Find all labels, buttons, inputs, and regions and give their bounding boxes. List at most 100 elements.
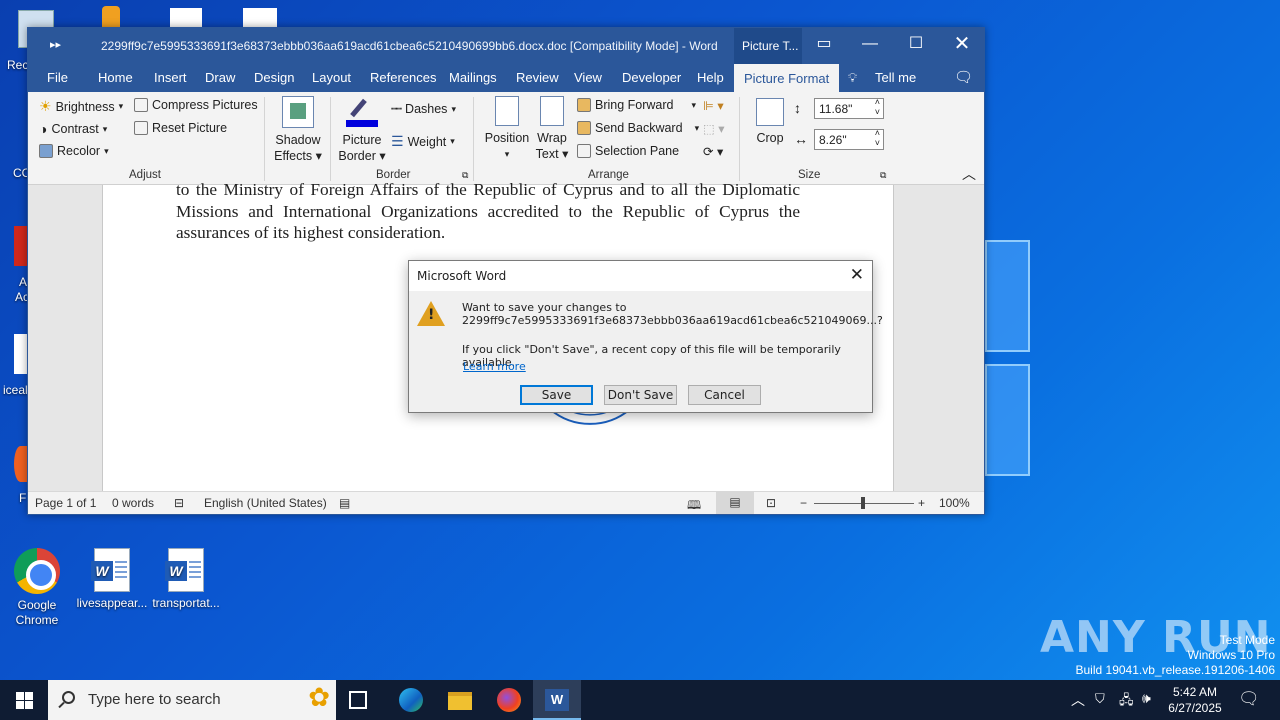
picture-border-label: Border ▾ <box>338 149 386 163</box>
dont-save-button[interactable]: Don't Save <box>604 385 677 405</box>
window-title: 2299ff9c7e5995333691f3e68373ebbb036aa619… <box>101 39 718 53</box>
crop-button[interactable]: Crop <box>750 98 790 146</box>
desktop-icon-transportat[interactable]: W transportat... <box>149 548 223 611</box>
acrobat-icon[interactable] <box>14 226 27 266</box>
align-icon[interactable]: ⊫ ▾ <box>703 98 724 113</box>
watermark-line: Windows 10 Pro <box>1187 648 1275 662</box>
dialog-close-button[interactable]: ✕ <box>850 265 864 285</box>
zoom-out-button[interactable]: − <box>800 496 807 510</box>
wrap-text-button[interactable]: Wrap Text ▾ <box>533 96 571 162</box>
cancel-button[interactable]: Cancel <box>688 385 761 405</box>
taskbar-search-box[interactable]: Type here to search ✿ <box>48 680 336 720</box>
recolor-label: Recolor <box>57 144 101 158</box>
desktop-icon-label-clipped[interactable]: A <box>19 275 27 289</box>
shape-width-input[interactable]: 8.26" <box>814 128 884 150</box>
firefox-icon[interactable] <box>497 688 521 712</box>
position-button[interactable]: Position ▾ <box>482 96 532 162</box>
shadow-effects-button[interactable]: Shadow Effects ▾ <box>272 96 324 164</box>
proofing-icon[interactable]: ⊟ <box>174 496 184 510</box>
print-layout-icon[interactable]: ▤ <box>716 492 754 514</box>
brightness-button[interactable]: ☀ Brightness ▾ <box>39 98 123 115</box>
read-mode-icon[interactable]: 🕮︎ <box>687 496 701 514</box>
file-explorer-icon[interactable] <box>448 692 472 710</box>
comments-icon[interactable]: 🗨︎ <box>954 68 973 86</box>
tab-help[interactable]: Help <box>697 70 724 85</box>
tab-picture-format[interactable]: Picture Format <box>734 64 840 92</box>
tab-view[interactable]: View <box>574 70 602 85</box>
tab-file[interactable]: File <box>47 70 68 85</box>
recolor-icon <box>39 144 53 158</box>
security-icon[interactable]: ⛉ <box>1095 691 1105 707</box>
zoom-slider-thumb[interactable] <box>861 497 865 509</box>
collapse-ribbon-icon[interactable]: ︿ <box>962 164 976 184</box>
show-hidden-icons-chevron-icon[interactable]: ︿ <box>1071 690 1085 710</box>
tab-references[interactable]: References <box>370 70 436 85</box>
recolor-button[interactable]: Recolor ▾ <box>39 144 109 158</box>
dialog-message-line: Want to save your changes to <box>462 301 627 314</box>
weight-button[interactable]: ☰ Weight ▾ <box>391 133 455 150</box>
learn-more-link[interactable]: Learn more <box>463 360 526 373</box>
clock-time: 5:42 AM <box>1172 685 1218 699</box>
contextual-tab-label: Picture T... <box>734 28 802 64</box>
tab-home[interactable]: Home <box>98 70 133 85</box>
contrast-button[interactable]: ◑ Contrast ▾ <box>39 121 107 137</box>
desktop-icon-chrome[interactable]: Google Chrome <box>0 548 74 628</box>
web-layout-icon[interactable]: ⊡ <box>766 496 776 510</box>
zoom-level[interactable]: 100% <box>939 496 970 510</box>
tell-me-search[interactable]: Tell me <box>875 70 916 85</box>
language-indicator[interactable]: English (United States) <box>204 496 327 510</box>
task-view-icon[interactable] <box>349 691 367 709</box>
dropdown-arrow-icon: ▾ <box>504 149 510 159</box>
firefox-icon[interactable] <box>14 446 27 482</box>
word-doc-icon[interactable] <box>14 334 27 374</box>
group-objects-icon: ⬚ ▾ <box>703 122 725 136</box>
dashes-button[interactable]: ┅┅ Dashes ▾ <box>391 102 456 116</box>
word-count[interactable]: 0 words <box>112 496 154 510</box>
desktop-icon-label-recycle-bin[interactable]: Rec <box>7 58 28 72</box>
dropdown-arrow-icon: ▾ <box>691 99 697 110</box>
volume-icon[interactable]: 🕪︎ <box>1142 690 1151 707</box>
dialog-launcher-icon[interactable]: ⧉ <box>880 170 886 181</box>
send-backward-button[interactable]: Send Backward ▾ <box>577 121 699 135</box>
picture-border-label: Picture <box>342 133 382 147</box>
tab-draw[interactable]: Draw <box>205 70 235 85</box>
tab-layout[interactable]: Layout <box>312 70 351 85</box>
tab-mailings[interactable]: Mailings <box>449 70 497 85</box>
word-taskbar-button[interactable]: W <box>533 680 581 720</box>
shape-height-input[interactable]: 11.68" <box>814 97 884 119</box>
group-separator <box>330 97 331 181</box>
tab-insert[interactable]: Insert <box>154 70 187 85</box>
notifications-icon[interactable]: 🗨︎ <box>1238 689 1260 709</box>
zoom-in-button[interactable]: + <box>918 496 925 510</box>
network-icon[interactable]: 🖧︎ <box>1119 691 1134 713</box>
edge-icon[interactable] <box>399 688 423 712</box>
quick-access-chevron-icon[interactable]: ▸▸ <box>50 38 61 51</box>
start-button[interactable] <box>0 680 48 720</box>
dialog-message: Want to save your changes to 2299ff9c7e5… <box>462 301 883 327</box>
tab-design[interactable]: Design <box>254 70 294 85</box>
save-button[interactable]: Save <box>520 385 593 405</box>
app-icon[interactable] <box>102 6 120 28</box>
page-count[interactable]: Page 1 of 1 <box>35 496 96 510</box>
shadow-effects-label: Effects ▾ <box>274 149 322 163</box>
tab-review[interactable]: Review <box>516 70 559 85</box>
close-button[interactable]: ✕ <box>939 28 984 64</box>
word-doc-icon[interactable] <box>243 8 277 28</box>
compress-pictures-button[interactable]: Compress Pictures <box>134 98 258 112</box>
desktop-icon-label-clipped[interactable]: F <box>19 491 26 505</box>
tab-developer[interactable]: Developer <box>622 70 681 85</box>
accessibility-icon[interactable]: ▤ <box>339 496 350 510</box>
ribbon-display-options-icon[interactable]: ▭ <box>801 28 847 64</box>
desktop-icon-livesappear[interactable]: W livesappear... <box>75 548 149 611</box>
selection-pane-button[interactable]: Selection Pane <box>577 144 679 158</box>
position-icon <box>495 96 519 126</box>
bring-forward-button[interactable]: Bring Forward ▾ <box>577 98 696 112</box>
maximize-button[interactable]: ☐ <box>893 28 939 64</box>
minimize-button[interactable]: — <box>847 28 893 64</box>
desktop-icon-label-clipped[interactable]: iceal <box>3 383 28 397</box>
reset-picture-button[interactable]: Reset Picture <box>134 121 227 135</box>
clock[interactable]: 5:42 AM 6/27/2025 <box>1163 684 1227 716</box>
picture-border-button[interactable]: Picture Border ▾ <box>336 96 388 164</box>
document-icon[interactable] <box>170 8 202 28</box>
rotate-icon[interactable]: ⟳ ▾ <box>703 144 723 159</box>
